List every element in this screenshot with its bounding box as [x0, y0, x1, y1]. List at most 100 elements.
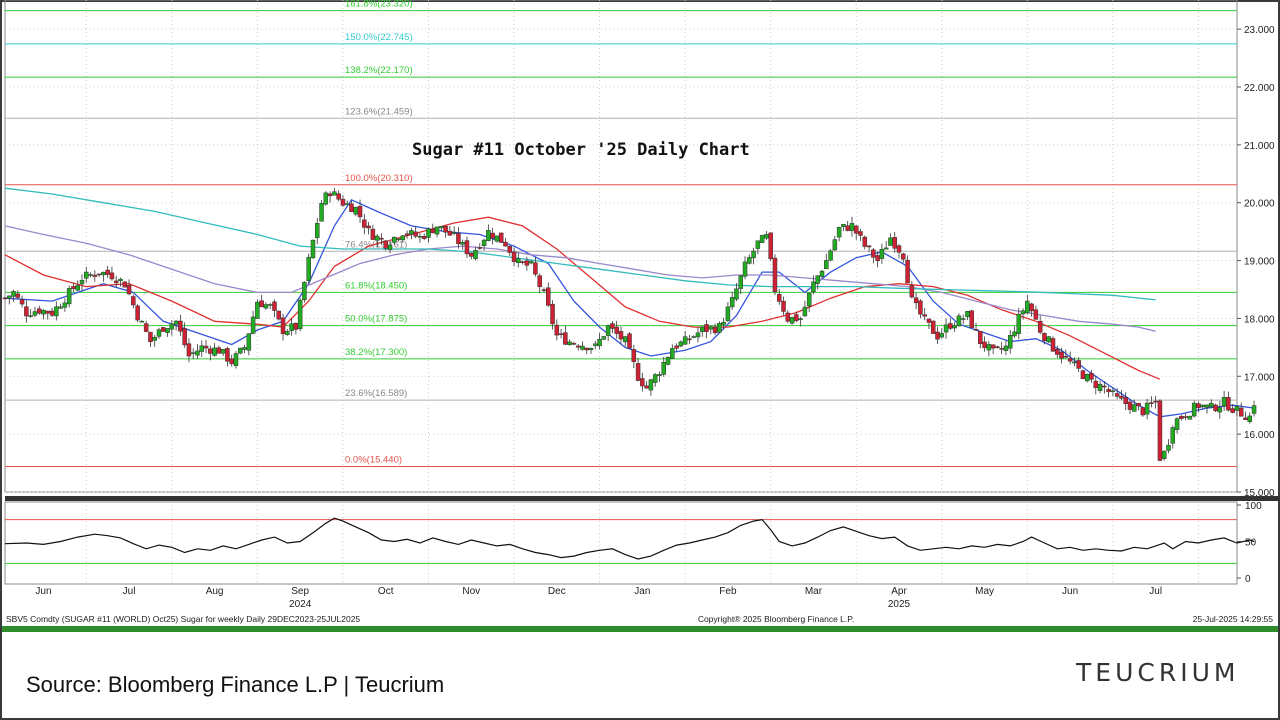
candle-body: [280, 317, 286, 335]
candle-body: [794, 314, 799, 322]
candle-body: [1037, 320, 1043, 333]
candle-body: [644, 385, 649, 389]
candle-body: [75, 285, 80, 291]
candle-body: [1003, 345, 1009, 351]
candle-body: [293, 322, 299, 330]
candle-body: [7, 295, 12, 299]
candle-body: [1179, 416, 1184, 419]
candle-body: [426, 228, 431, 238]
fib-label: 23.6%(16.589): [345, 388, 407, 399]
candle-body: [742, 261, 748, 277]
candle-body: [250, 316, 256, 334]
candle-body: [152, 337, 157, 341]
candle-body: [1191, 402, 1197, 417]
month-label: Feb: [719, 586, 737, 597]
candle-body: [1063, 356, 1069, 358]
year-label: 2025: [888, 599, 911, 610]
candle-body: [883, 247, 889, 250]
status-left: SBV5 Comdty (SUGAR #11 (WORLD) Oct25) Su…: [6, 614, 360, 624]
candle-body: [1119, 395, 1124, 399]
candle-body: [875, 255, 880, 262]
candle-body: [263, 304, 269, 309]
candle-body: [533, 262, 538, 275]
month-label: May: [975, 586, 994, 597]
candle-body: [1161, 450, 1167, 459]
candle-body: [246, 333, 252, 351]
candle-body: [1132, 404, 1137, 412]
candle-body: [302, 281, 307, 300]
candle-body: [374, 235, 380, 241]
month-label: Jun: [1062, 586, 1078, 597]
candle-body: [990, 344, 996, 349]
candle-body: [267, 304, 273, 306]
candle-body: [45, 310, 51, 314]
y-tick-label: 23.000: [1244, 25, 1275, 36]
candle-body: [828, 250, 833, 261]
year-label: 2024: [289, 599, 312, 610]
candle-body: [858, 231, 863, 236]
moving-average-line: [4, 216, 1161, 380]
candle-body: [845, 225, 850, 231]
candle-body: [995, 346, 1000, 348]
candle-body: [2, 297, 8, 300]
fib-label: 38.2%(17.300): [345, 347, 407, 358]
candle-body: [691, 336, 696, 338]
candle-body: [888, 237, 893, 246]
candle-body: [96, 273, 102, 276]
candle-body: [1127, 401, 1133, 410]
candle-body: [49, 310, 55, 316]
fib-label: 161.8%(23.320): [345, 0, 413, 10]
candle-body: [88, 274, 93, 276]
candle-body: [1067, 358, 1073, 362]
candle-body: [584, 347, 590, 351]
month-label: Nov: [462, 586, 480, 597]
candle-body: [759, 235, 765, 243]
candle-body: [1196, 403, 1201, 409]
candle-body: [1033, 309, 1039, 320]
candle-body: [58, 306, 63, 309]
candle-body: [1170, 427, 1176, 444]
candle-body: [396, 238, 401, 241]
candle-body: [456, 232, 461, 245]
candle-body: [310, 239, 316, 259]
candle-body: [353, 207, 359, 215]
candle-body: [978, 331, 983, 344]
candle-body: [1097, 383, 1103, 391]
candle-body: [734, 288, 739, 300]
candle-body: [203, 345, 209, 349]
candle-body: [225, 348, 230, 362]
teucrium-logo: TEUCRIUM: [1076, 658, 1240, 687]
candle-body: [1020, 310, 1026, 315]
fib-label: 50.0%(17.875): [345, 314, 407, 325]
candle-body: [824, 260, 829, 270]
candle-body: [896, 245, 902, 253]
fib-label: 150.0%(22.745): [345, 32, 413, 43]
candle-body: [695, 332, 701, 338]
candle-body: [1243, 417, 1248, 420]
oscillator-panel: [4, 501, 1238, 585]
fib-label: 0.0%(15.440): [345, 455, 402, 466]
candle-body: [178, 320, 183, 332]
y-tick-label: 17.000: [1244, 372, 1275, 383]
month-label: Sep: [291, 586, 309, 597]
month-label: Dec: [548, 586, 566, 597]
candle-body: [32, 311, 38, 316]
candle-body: [92, 274, 98, 277]
green-strip: [2, 626, 1278, 632]
candle-body: [1072, 361, 1077, 364]
candle-body: [901, 253, 906, 260]
candle-body: [687, 338, 692, 341]
candle-body: [1110, 390, 1116, 392]
candle-body: [627, 333, 632, 349]
candle-body: [943, 324, 949, 333]
candle-body: [195, 350, 200, 356]
candle-body: [498, 232, 504, 243]
candle-body: [400, 235, 406, 241]
candle-body: [387, 244, 393, 250]
candle-body: [1055, 349, 1060, 355]
candle-body: [550, 303, 555, 325]
candle-body: [982, 341, 987, 349]
candle-body: [131, 296, 136, 306]
month-label: Oct: [378, 586, 394, 597]
candle-body: [879, 248, 885, 259]
